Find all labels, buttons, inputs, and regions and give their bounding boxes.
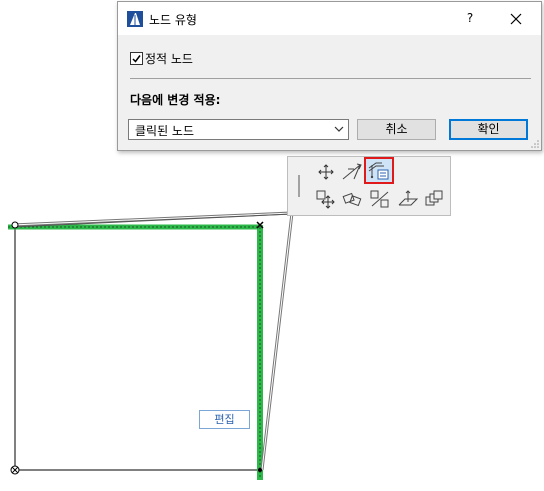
- offset-icon[interactable]: [368, 188, 392, 210]
- apply-section-label: 다음에 변경 적용:: [130, 93, 221, 107]
- drag-icon[interactable]: [314, 161, 338, 183]
- elevation-icon[interactable]: [340, 161, 364, 183]
- cancel-button[interactable]: 취소: [357, 119, 436, 140]
- node-type-icon: [368, 162, 389, 180]
- rotate-icon[interactable]: [340, 188, 364, 210]
- move-copy-icon[interactable]: [314, 188, 338, 210]
- preview-shape: [11, 211, 294, 471]
- node-top-left[interactable]: [11, 221, 19, 229]
- static-node-checkbox[interactable]: [130, 52, 143, 65]
- checkmark-icon: [132, 55, 141, 63]
- multiply-icon[interactable]: [422, 188, 446, 210]
- chevron-down-icon: [334, 126, 344, 132]
- edit-label: 편집: [199, 410, 250, 429]
- resize-grip-icon[interactable]: [531, 140, 539, 148]
- dialog-titlebar[interactable]: 노드 유형 ?: [118, 2, 541, 35]
- archicad-app-icon: [127, 11, 143, 27]
- apply-to-value: 클릭된 노드: [135, 124, 195, 138]
- mirror-plane-icon[interactable]: [396, 188, 420, 210]
- close-icon[interactable]: [505, 8, 527, 30]
- dialog-title: 노드 유형: [149, 13, 197, 27]
- selected-edges[interactable]: [8, 224, 263, 480]
- node-bottom-left[interactable]: [10, 465, 20, 475]
- palette-divider: [298, 175, 300, 197]
- node-bottom-right[interactable]: [258, 468, 262, 472]
- apply-to-select[interactable]: 클릭된 노드: [128, 119, 349, 140]
- wall-outline[interactable]: [14, 227, 260, 471]
- node-type-dialog: 노드 유형 ? 정적 노드 다음에 변경 적용: 클릭된 노드 취소 확인: [117, 1, 542, 151]
- pet-palette: [287, 156, 451, 216]
- separator: [130, 78, 531, 79]
- help-button[interactable]: ?: [460, 8, 480, 28]
- ok-button[interactable]: 확인: [449, 119, 528, 140]
- static-node-label: 정적 노드: [145, 52, 193, 66]
- node-type-tool-selected[interactable]: [364, 157, 394, 184]
